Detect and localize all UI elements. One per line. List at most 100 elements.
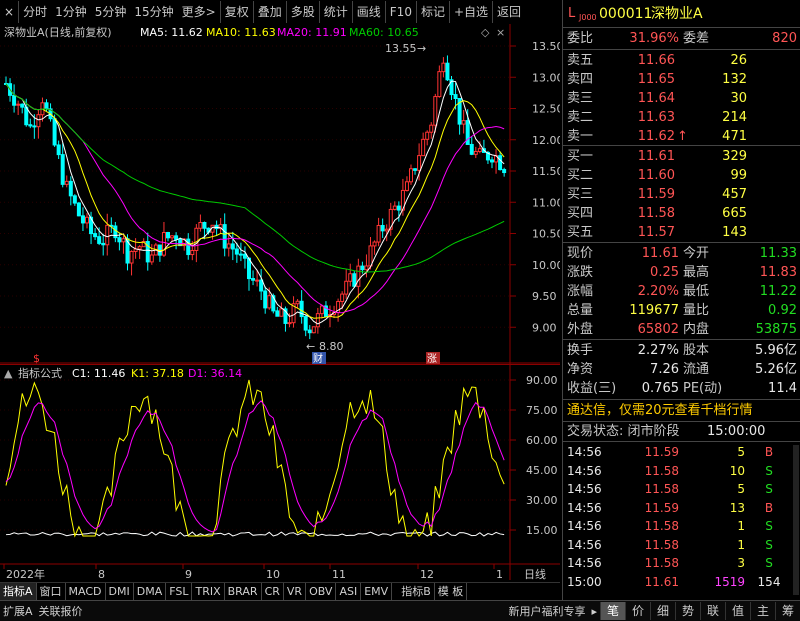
mark-button[interactable]: 标记	[415, 1, 449, 23]
tab-5min[interactable]: 5分钟	[91, 1, 131, 23]
tab-emv[interactable]: EMV	[361, 583, 393, 601]
tab-1min[interactable]: 1分钟	[51, 1, 91, 23]
price-tick: 13.50	[532, 40, 560, 53]
more-button[interactable]: 更多>	[178, 1, 220, 23]
ask-row[interactable]: 卖五 11.66 26	[563, 51, 800, 70]
tab-15min[interactable]: 15分钟	[130, 1, 177, 23]
tab-trix[interactable]: TRIX	[192, 583, 225, 601]
tab-main[interactable]: 主	[750, 602, 775, 620]
fundamental-row: 收益(三) 0.765 PE(动) 11.4	[563, 379, 800, 398]
tick-volume: 10	[729, 463, 745, 478]
rise-marker[interactable]: 涨	[427, 353, 437, 364]
x-tick: 10	[266, 568, 280, 580]
tab-dmi[interactable]: DMI	[106, 583, 134, 601]
adjust-button[interactable]: 复权	[219, 1, 253, 23]
bid-row[interactable]: 买四 11.58 665	[563, 204, 800, 223]
tab-indicator-b[interactable]: 指标B	[398, 583, 435, 601]
close-icon[interactable]: ×	[0, 1, 18, 23]
tick-row: 14:56 11.59 5 B	[563, 443, 800, 462]
tab-cr[interactable]: CR	[262, 583, 284, 601]
back-button[interactable]: 返回	[492, 1, 525, 23]
tick-price: 11.59	[644, 500, 679, 515]
tab-macd[interactable]: MACD	[66, 583, 106, 601]
bid-volume: 329	[722, 149, 747, 164]
indicator-chart[interactable]: 90.00 75.00 60.00 45.00 30.00 15.00 ▲ 指标公式 C1…	[0, 364, 560, 580]
ask-row[interactable]: 卖二 11.63 214	[563, 108, 800, 127]
indicator-toggle-icon[interactable]: ▲	[4, 367, 13, 380]
candle-body	[352, 273, 357, 287]
tab-obv[interactable]: OBV	[306, 583, 337, 601]
candle-body	[238, 253, 243, 256]
dollar-marker[interactable]: $	[33, 352, 40, 364]
tab-vr[interactable]: VR	[284, 583, 307, 601]
close-legend-icon[interactable]: ×	[496, 26, 505, 39]
bid-row[interactable]: 买五 11.57 143	[563, 223, 800, 242]
bid-row[interactable]: 买二 11.60 99	[563, 166, 800, 185]
candle-body	[425, 131, 430, 140]
quote-value: 2.20%	[637, 284, 679, 299]
promo-arrow-icon[interactable]: ▸	[588, 605, 600, 618]
candle-body	[477, 148, 482, 152]
up-arrow-icon: ↑	[677, 129, 688, 144]
ask-row[interactable]: 卖一 11.62 ↑ 471	[563, 127, 800, 146]
chart-title: 深物业A(日线,前复权)	[4, 25, 112, 39]
fundamental-value: 0.765	[641, 381, 679, 396]
tab-fsl[interactable]: FSL	[166, 583, 193, 601]
diamond-icon[interactable]: ◇	[481, 26, 490, 39]
indicator-tick: 45.00	[526, 464, 558, 477]
multi-stock-button[interactable]: 多股	[285, 1, 319, 23]
candle-body	[60, 154, 65, 185]
period-label[interactable]: 日线	[524, 567, 546, 580]
candle-body	[259, 279, 264, 292]
c1-legend: C1: 11.46	[72, 367, 125, 380]
tab-linked[interactable]: 联	[700, 602, 725, 620]
kline-chart[interactable]: 13.50 13.00 12.50 12.00 11.50 11.00 10.50 10.00…	[0, 24, 560, 364]
stats-button[interactable]: 统计	[318, 1, 352, 23]
promo-link[interactable]: 新用户福利专享	[505, 603, 588, 619]
tab-price[interactable]: 价	[625, 602, 650, 620]
tab-chips[interactable]: 筹	[775, 602, 800, 620]
tab-dma[interactable]: DMA	[134, 583, 167, 601]
tab-detail[interactable]: 细	[650, 602, 675, 620]
tab-intraday[interactable]: 分时	[18, 1, 51, 23]
candle-body	[226, 243, 231, 249]
expand-a-tab[interactable]: 扩展A	[0, 603, 36, 619]
candle-body	[445, 62, 450, 81]
tab-trend[interactable]: 势	[675, 602, 700, 620]
candle-body	[101, 242, 106, 246]
tab-value[interactable]: 值	[725, 602, 750, 620]
candle-body	[384, 228, 389, 232]
tick-scrollbar[interactable]	[793, 445, 799, 595]
tab-window[interactable]: 窗口	[37, 583, 66, 601]
related-quote-tab[interactable]: 关联报价	[36, 603, 86, 619]
candle-body	[93, 233, 98, 238]
draw-button[interactable]: 画线	[351, 1, 385, 23]
quote-label: 外盘	[567, 322, 594, 337]
tab-brar[interactable]: BRAR	[225, 583, 262, 601]
add-watchlist-button[interactable]: +自选	[448, 1, 492, 23]
tab-template[interactable]: 模 板	[435, 583, 468, 601]
candle-body	[68, 180, 73, 197]
ask-row[interactable]: 卖三 11.64 30	[563, 89, 800, 108]
tab-asi[interactable]: ASI	[336, 583, 362, 601]
bid-volume: 99	[730, 168, 747, 183]
ask-row[interactable]: 卖四 11.65 132	[563, 70, 800, 89]
indicator-tick: 90.00	[526, 374, 558, 387]
bid-row[interactable]: 买一 11.61 329	[563, 147, 800, 166]
candle-body	[453, 94, 458, 100]
bid-volume: 665	[722, 206, 747, 221]
finance-marker[interactable]: 财	[313, 352, 323, 364]
tab-indicator-a[interactable]: 指标A	[0, 583, 37, 601]
ad-text[interactable]: 通达信，仅需20元查看千档行情	[567, 401, 753, 421]
tick-volume: 1519	[714, 574, 745, 589]
candle-body	[76, 202, 81, 217]
bid-row[interactable]: 买三 11.59 457	[563, 185, 800, 204]
candle-body	[469, 143, 474, 155]
overlay-button[interactable]: 叠加	[252, 1, 286, 23]
tab-ticks[interactable]: 笔	[600, 602, 625, 620]
ad-banner[interactable]: 通达信，仅需20元查看千档行情	[563, 401, 800, 421]
bid-label: 买三	[567, 187, 594, 202]
fundamental-label: 收益(三)	[567, 381, 617, 396]
candle-body	[315, 313, 320, 328]
f10-button[interactable]: F10	[384, 1, 416, 23]
